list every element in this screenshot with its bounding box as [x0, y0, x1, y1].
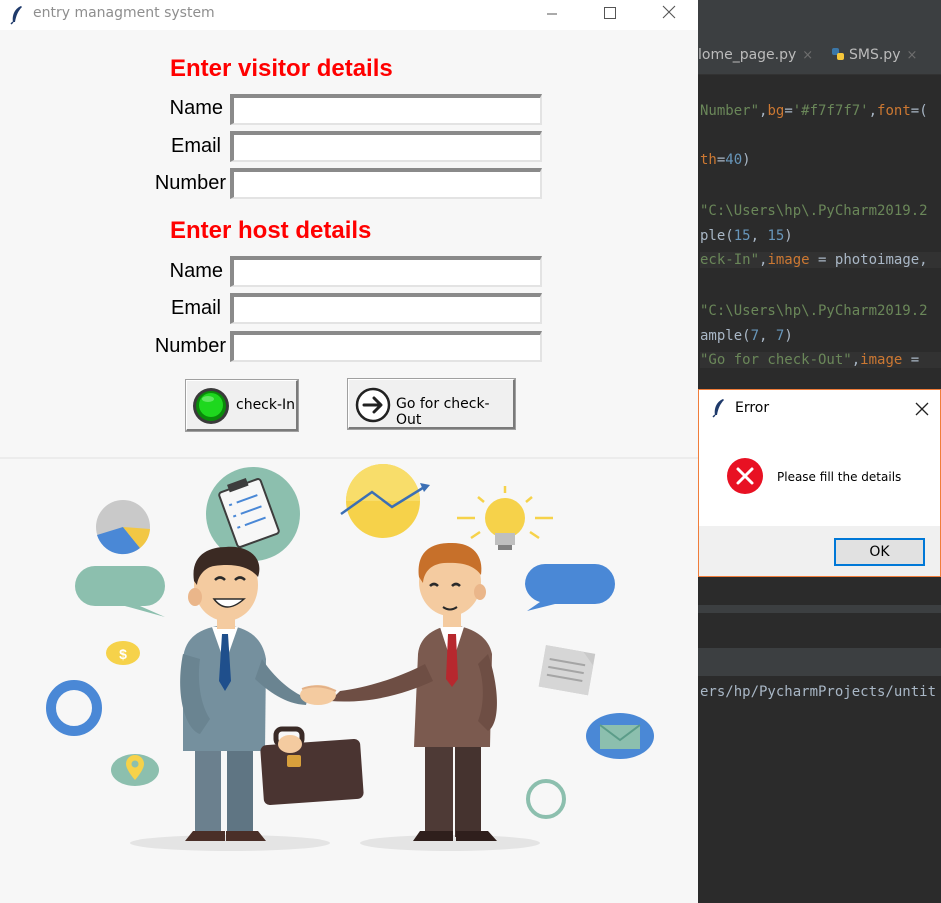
green-circle-icon [193, 388, 229, 424]
visitor-email-field[interactable] [230, 131, 542, 162]
ide-run-toolbar [698, 648, 941, 676]
host-email-field[interactable] [230, 293, 542, 324]
host-name-label: Name [169, 260, 223, 282]
host-email-label: Email [170, 297, 221, 319]
code-line: "C:\Users\hp\.PyCharm2019.2 [700, 303, 928, 319]
code-line: ple(15, 15) [700, 228, 793, 244]
feather-icon [712, 399, 724, 418]
code-line: ample(7, 7) [700, 328, 793, 344]
dialog-close-button[interactable] [909, 396, 935, 420]
tab-home-page[interactable]: lome_page.py × [698, 47, 813, 63]
visitor-number-label: Number [154, 172, 226, 194]
visitor-number-field[interactable] [230, 168, 542, 199]
error-dialog: Error Please fill the details OK [698, 389, 941, 577]
console-line: ers/hp/PycharmProjects/untit [700, 684, 937, 700]
check-out-button[interactable]: Go for check-Out [347, 378, 516, 430]
tab-close-icon[interactable]: × [802, 48, 813, 63]
close-icon [662, 5, 676, 19]
visitor-email-label: Email [170, 135, 221, 157]
host-name-input[interactable] [234, 260, 540, 285]
python-file-icon [832, 48, 844, 60]
visitor-name-input[interactable] [234, 98, 540, 123]
error-message: Please fill the details [777, 470, 902, 484]
visitor-name-field[interactable] [230, 94, 542, 125]
check-in-button[interactable]: check-In [185, 379, 299, 432]
visitor-heading: Enter visitor details [170, 55, 393, 82]
clipboard-graphic [206, 467, 300, 561]
check-in-label: check-In [236, 397, 296, 413]
dialog-title: Error [735, 400, 770, 416]
location-pin-graphic [111, 754, 159, 786]
close-icon [915, 402, 929, 416]
ide-tab-bar: lome_page.py × SMS.py × [698, 38, 941, 75]
visitor-name-label: Name [169, 97, 223, 119]
lightbulb-graphic [457, 486, 553, 550]
code-line: Number",bg='#f7f7f7',font=( [700, 103, 928, 119]
document-graphic [538, 645, 596, 696]
host-email-input[interactable] [234, 297, 540, 322]
title-bar[interactable]: entry managment system [0, 0, 698, 30]
blue-speech-bubble [525, 564, 615, 611]
close-button[interactable] [646, 0, 692, 30]
coin-graphic: $ [106, 641, 140, 665]
host-heading: Enter host details [170, 217, 372, 244]
handshake-hands [300, 685, 337, 705]
maximize-icon [604, 7, 616, 19]
green-ring-graphic [526, 779, 566, 819]
dialog-footer: OK [699, 526, 940, 576]
ide-toolbar [698, 0, 941, 39]
tab-label: lome_page.py [698, 47, 797, 63]
tab-label: SMS.py [849, 47, 901, 63]
window-title: entry managment system [33, 5, 215, 21]
code-line: "C:\Users\hp\.PyCharm2019.2 [700, 203, 928, 219]
pie-chart-graphic [96, 500, 150, 555]
code-line: "Go for check-Out",image = [700, 352, 941, 368]
handshake-illustration: $ [46, 464, 654, 851]
error-icon [727, 458, 763, 494]
code-line: th=40) [700, 152, 751, 168]
host-number-label: Number [154, 335, 226, 357]
arrow-right-circle-icon [355, 387, 391, 423]
maximize-button[interactable] [587, 0, 633, 30]
host-name-field[interactable] [230, 256, 542, 287]
envelope-graphic [586, 713, 654, 759]
ok-button[interactable]: OK [834, 538, 925, 566]
feather-icon [10, 6, 22, 25]
visitor-number-input[interactable] [234, 172, 540, 197]
svg-text:$: $ [119, 646, 127, 662]
check-out-label: Go for check-Out [396, 396, 490, 428]
code-line: eck-In",image = photoimage, [700, 252, 941, 268]
left-businessman [180, 546, 364, 841]
minimize-button[interactable] [529, 0, 575, 30]
ide-splitter[interactable] [698, 605, 941, 613]
minimize-icon [547, 13, 557, 15]
trend-chart-graphic [340, 464, 430, 538]
green-speech-bubble [75, 566, 165, 617]
blue-ring-graphic [46, 680, 102, 736]
entry-management-window: entry managment system Enter visitor det… [0, 0, 698, 903]
visitor-email-input[interactable] [234, 135, 540, 160]
host-number-field[interactable] [230, 331, 542, 362]
ide-run-console: ers/hp/PycharmProjects/untit [698, 676, 941, 903]
tab-close-icon[interactable]: × [906, 48, 917, 63]
host-number-input[interactable] [234, 335, 540, 360]
tab-sms[interactable]: SMS.py × [831, 47, 917, 63]
